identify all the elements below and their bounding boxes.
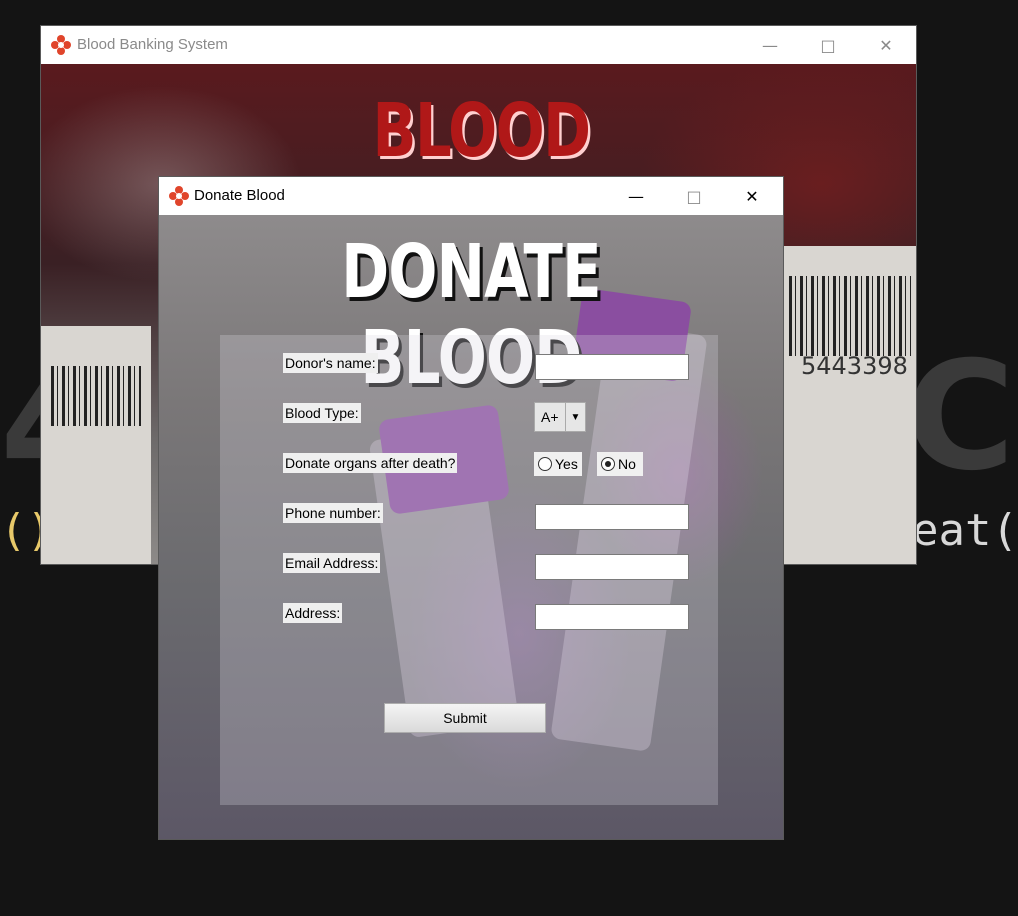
barcode-image-left: [51, 366, 141, 426]
radio-yes-label: Yes: [555, 456, 578, 472]
blood-bag-label-left: [41, 326, 151, 564]
submit-button[interactable]: Submit: [384, 703, 546, 733]
radio-yes-indicator[interactable]: [538, 457, 552, 471]
maximize-button[interactable]: □: [665, 177, 723, 215]
close-button[interactable]: ✕: [723, 177, 781, 215]
minimize-button[interactable]: —: [607, 177, 665, 215]
phone-label: Phone number:: [283, 503, 383, 523]
blood-type-label: Blood Type:: [283, 403, 361, 423]
main-titlebar[interactable]: Blood Banking System — □ ✕: [41, 26, 916, 64]
blood-type-value: A+: [541, 409, 559, 425]
donor-name-label: Donor's name:: [283, 353, 378, 373]
close-button[interactable]: ✕: [857, 26, 915, 64]
address-label: Address:: [283, 603, 343, 623]
maximize-button[interactable]: □: [799, 26, 857, 64]
email-input[interactable]: [535, 554, 689, 580]
phone-input[interactable]: [535, 504, 689, 530]
minimize-button[interactable]: —: [741, 26, 799, 64]
background-glyph-right: C: [905, 330, 1016, 504]
address-input[interactable]: [535, 604, 689, 630]
radio-no-indicator[interactable]: [601, 457, 615, 471]
email-label: Email Address:: [283, 553, 381, 573]
blood-type-select[interactable]: A+ ▼: [534, 402, 586, 432]
donate-titlebar[interactable]: Donate Blood — □ ✕: [159, 177, 783, 215]
radio-no-label: No: [618, 456, 636, 472]
organs-label: Donate organs after death?: [283, 453, 458, 473]
blood-drop-cross-icon: [51, 35, 71, 55]
donor-name-input[interactable]: [535, 354, 689, 380]
barcode-number: 5443398: [801, 352, 908, 380]
donate-window: Donate Blood — □ ✕ DONATE BLOOD Donor's …: [159, 177, 783, 839]
radio-no[interactable]: No: [597, 452, 643, 476]
donate-window-title: Donate Blood: [194, 187, 285, 204]
background-code-right: eat(: [912, 505, 1018, 556]
barcode-image: [789, 276, 911, 356]
radio-yes[interactable]: Yes: [534, 452, 582, 476]
main-window-title: Blood Banking System: [77, 36, 228, 53]
blood-drop-cross-icon: [169, 186, 189, 206]
chevron-down-icon[interactable]: ▼: [565, 403, 585, 431]
